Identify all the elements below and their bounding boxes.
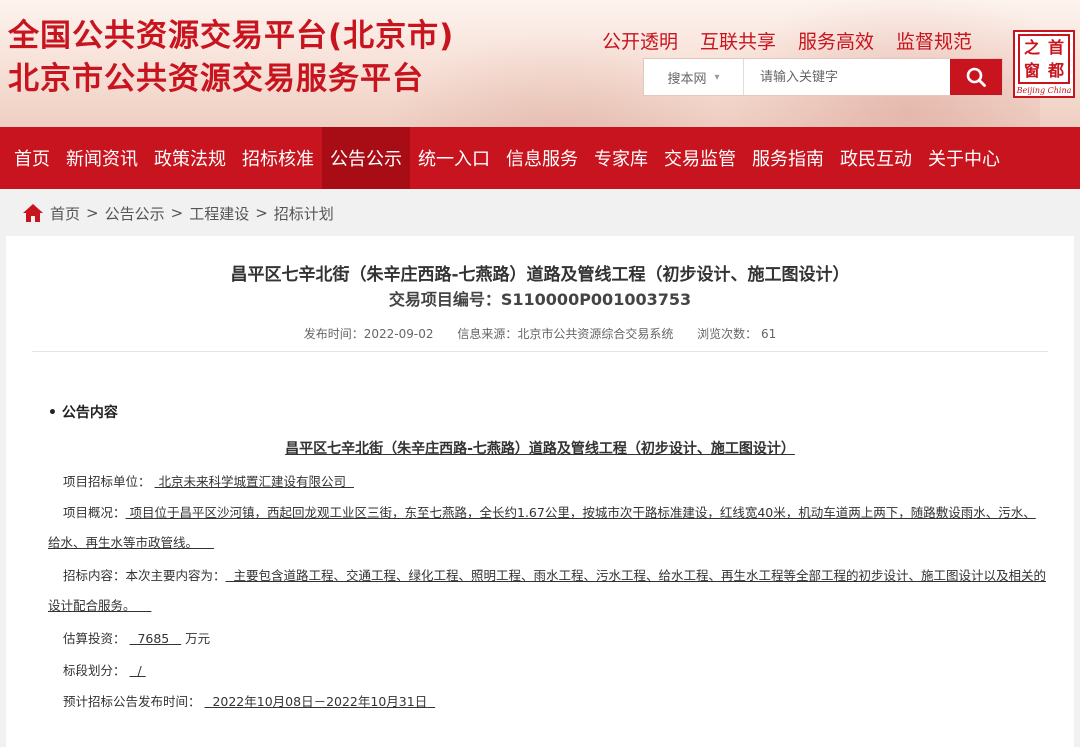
nav-item-bidding-approval[interactable]: 招标核准 (234, 127, 322, 189)
field-label: 估算投资： (63, 631, 126, 646)
capital-window-logo[interactable]: 之 首 窗 都 Beijing China (1013, 30, 1075, 98)
info-source: 信息来源：北京市公共资源综合交易系统 (457, 327, 674, 341)
slogan-1: 公开透明 (602, 31, 679, 53)
logo-char: 之 (1023, 37, 1040, 57)
field-label: 项目招标单位： (63, 474, 151, 489)
breadcrumb-separator: > (255, 204, 268, 222)
slogan-3: 服务高效 (798, 31, 875, 53)
field-value: 项目位于昌平区沙河镇，西起回龙观工业区三街，东至七燕路，全长约1.67公里，按城… (48, 505, 1036, 550)
nav-item-supervision[interactable]: 交易监管 (656, 127, 744, 189)
logo-char: 都 (1047, 60, 1064, 80)
breadcrumb-separator: > (170, 204, 184, 222)
nav-item-expert-library[interactable]: 专家库 (586, 127, 656, 189)
field-label: 项目概况： (63, 505, 126, 520)
field-label: 预计招标公告发布时间： (63, 694, 201, 709)
field-label: 招标内容：本次主要内容为： (63, 568, 226, 583)
field-lot-division: 标段划分： / (63, 655, 146, 686)
slogan-4: 监督规范 (896, 31, 973, 53)
field-unit: 万元 (185, 631, 211, 646)
field-expected-publish-time: 预计招标公告发布时间： 2022年10月08日－2022年10月31日 (63, 686, 435, 717)
nav-item-info-service[interactable]: 信息服务 (498, 127, 586, 189)
field-overview: 项目概况： 项目位于昌平区沙河镇，西起回龙观工业区三街，东至七燕路，全长约1.6… (48, 498, 1048, 558)
breadcrumb: 首页 > 公告公示 > 工程建设 > 招标计划 (22, 200, 334, 226)
site-header: 全国公共资源交易平台(北京市) 北京市公共资源交易服务平台 公开透明 互联共享 … (0, 0, 1080, 127)
nav-item-unified-entry[interactable]: 统一入口 (410, 127, 498, 189)
logo-char: 窗 (1023, 60, 1040, 80)
field-investment: 估算投资： 7685 万元 (63, 623, 210, 654)
field-bidding-unit: 项目招标单位： 北京未来科学城置汇建设有限公司 (63, 466, 354, 497)
field-value: 北京未来科学城置汇建设有限公司 (158, 474, 346, 489)
logo-chars: 之 首 窗 都 (1018, 34, 1070, 84)
search-button[interactable] (950, 59, 1002, 95)
field-value: 7685 (137, 631, 170, 646)
field-bid-content: 招标内容：本次主要内容为： 主要包含道路工程、交通工程、绿化工程、照明工程、雨水… (48, 561, 1048, 621)
breadcrumb-separator: > (86, 204, 99, 222)
site-title-line1: 全国公共资源交易平台(北京市) (8, 18, 455, 54)
search-input[interactable] (744, 59, 950, 95)
logo-char: 首 (1047, 37, 1064, 57)
project-code: 交易项目编号：S110000P001003753 (388, 290, 692, 309)
search-bar: 搜本网 ▾ (643, 58, 1003, 96)
slogan-2: 互联共享 (700, 31, 777, 53)
field-value: 2022年10月08日－2022年10月31日 (212, 694, 428, 709)
breadcrumb-home[interactable]: 首页 (50, 203, 80, 224)
publish-time: 发布时间：2022-09-02 (303, 327, 434, 341)
doc-title: 昌平区七辛北街（朱辛庄西路-七燕路）道路及管线工程（初步设计、施工图设计） (285, 441, 795, 457)
notice-meta: 发布时间：2022-09-02 信息来源：北京市公共资源综合交易系统 浏览次数：… (6, 325, 1074, 342)
nav-item-about[interactable]: 关于中心 (920, 127, 1008, 189)
field-value: / (137, 663, 142, 678)
search-scope-select[interactable]: 搜本网 ▾ (644, 59, 744, 95)
section-heading: • 公告内容 (48, 405, 118, 421)
nav-item-home[interactable]: 首页 (6, 127, 58, 189)
search-scope-label: 搜本网 (667, 71, 707, 87)
field-label: 标段划分： (63, 663, 126, 678)
nav-item-policy[interactable]: 政策法规 (146, 127, 234, 189)
nav-item-news[interactable]: 新闻资讯 (58, 127, 146, 189)
notice-title: 昌平区七辛北街（朱辛庄西路-七燕路）道路及管线工程（初步设计、施工图设计） (230, 265, 850, 285)
divider (32, 351, 1048, 352)
notice-card: 昌平区七辛北街（朱辛庄西路-七燕路）道路及管线工程（初步设计、施工图设计） 交易… (6, 236, 1074, 747)
home-icon[interactable] (22, 203, 44, 223)
logo-english: Beijing China (1016, 86, 1072, 95)
breadcrumb-announcements[interactable]: 公告公示 (105, 203, 165, 224)
chevron-down-icon: ▾ (714, 71, 720, 83)
nav-item-announcements[interactable]: 公告公示 (322, 127, 410, 189)
site-title-line2: 北京市公共资源交易服务平台 (8, 61, 424, 97)
search-icon (966, 67, 986, 87)
nav-item-service-guide[interactable]: 服务指南 (744, 127, 832, 189)
view-count: 浏览次数： 61 (697, 327, 777, 341)
nav-item-interaction[interactable]: 政民互动 (832, 127, 920, 189)
breadcrumb-engineering[interactable]: 工程建设 (189, 203, 249, 224)
slogans: 公开透明 互联共享 服务高效 监督规范 (602, 27, 972, 54)
main-nav: 首页 新闻资讯 政策法规 招标核准 公告公示 统一入口 信息服务 专家库 交易监… (0, 127, 1080, 189)
breadcrumb-bidding-plan[interactable]: 招标计划 (274, 203, 334, 224)
